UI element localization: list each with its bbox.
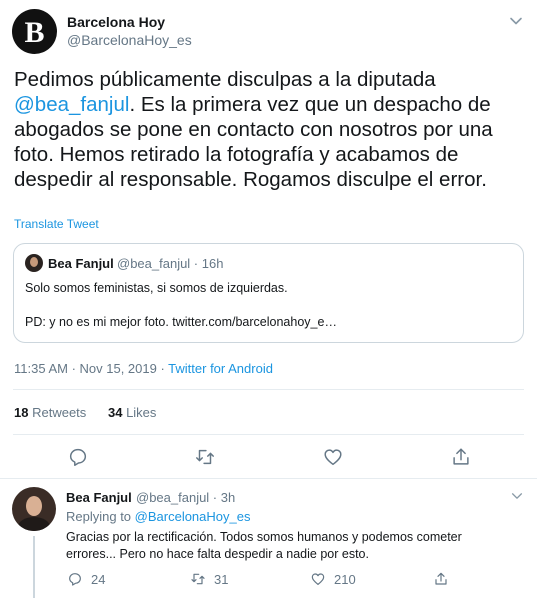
reply-count: 24 xyxy=(91,571,106,587)
share-icon xyxy=(435,572,447,585)
quoted-author-name: Bea Fanjul xyxy=(48,256,114,271)
retweet-icon[interactable] xyxy=(194,446,216,468)
tweet-text-part: Pedimos públicamente disculpas a la dipu… xyxy=(14,68,436,91)
quoted-text: PD: y no es mi mejor foto. twitter.com/b… xyxy=(25,315,337,329)
timestamp-text[interactable]: 11:35 AM · Nov 15, 2019 · xyxy=(14,361,168,376)
author-name[interactable]: Barcelona Hoy xyxy=(67,14,165,30)
chevron-down-icon[interactable] xyxy=(508,13,524,29)
retweet-count: 31 xyxy=(214,571,229,587)
avatar[interactable]: B xyxy=(12,9,57,54)
retweet-button[interactable]: 31 xyxy=(190,571,228,587)
reply-author-handle[interactable]: @bea_fanjul · 3h xyxy=(136,490,235,505)
reply-text-line: Gracias por la rectificación. Todos somo… xyxy=(66,530,462,544)
retweet-icon xyxy=(191,573,205,585)
author-handle[interactable]: @BarcelonaHoy_es xyxy=(67,32,192,48)
tweet-source-link[interactable]: Twitter for Android xyxy=(168,361,273,376)
quoted-tweet[interactable]: Bea Fanjul @bea_fanjul · 16h Solo somos … xyxy=(13,243,524,343)
reply-author-name[interactable]: Bea Fanjul xyxy=(66,490,132,505)
retweets-stat[interactable]: 18 Retweets xyxy=(14,405,86,420)
reply-icon xyxy=(69,573,81,586)
quoted-avatar xyxy=(25,254,43,272)
like-icon[interactable] xyxy=(322,446,344,468)
likes-stat[interactable]: 34 Likes xyxy=(108,405,156,420)
replying-to-link[interactable]: @BarcelonaHoy_es xyxy=(135,509,251,524)
like-icon xyxy=(311,573,325,585)
like-button[interactable]: 210 xyxy=(310,571,356,587)
quoted-text: Solo somos feministas, si somos de izqui… xyxy=(25,281,288,295)
likes-count: 34 xyxy=(107,405,123,420)
reply-avatar[interactable] xyxy=(12,487,56,531)
tweet-text: Pedimos públicamente disculpas a la dipu… xyxy=(14,67,524,192)
reply-text-line: errores... Pero no hace falta despedir a… xyxy=(66,547,369,561)
avatar-face xyxy=(26,496,42,516)
replying-prefix: Replying to xyxy=(66,509,135,524)
like-count: 210 xyxy=(334,571,356,587)
likes-label: Likes xyxy=(126,405,157,420)
translate-tweet-link[interactable]: Translate Tweet xyxy=(14,217,99,231)
avatar-letter: B xyxy=(24,15,45,49)
reply-icon[interactable] xyxy=(67,446,89,468)
share-button[interactable] xyxy=(433,571,449,587)
share-icon[interactable] xyxy=(450,446,472,468)
reply-text: Gracias por la rectificación. Todos somo… xyxy=(66,529,506,563)
divider xyxy=(13,389,524,390)
divider xyxy=(0,478,537,479)
tweet-timestamp: 11:35 AM · Nov 15, 2019 · Twitter for An… xyxy=(14,361,273,376)
divider xyxy=(13,434,524,435)
thread-line xyxy=(33,536,35,598)
replying-to: Replying to @BarcelonaHoy_es xyxy=(66,509,250,524)
quoted-author-handle: @bea_fanjul · 16h xyxy=(117,256,224,271)
retweets-count: 18 xyxy=(14,405,29,420)
avatar-shoulders xyxy=(18,517,50,531)
tweet-stats: 18 Retweets 34 Likes xyxy=(14,405,156,420)
mention-link[interactable]: @bea_fanjul xyxy=(14,93,129,116)
retweets-label: Retweets xyxy=(32,405,87,420)
reply-button[interactable]: 24 xyxy=(67,571,105,587)
chevron-down-icon[interactable] xyxy=(510,489,524,503)
